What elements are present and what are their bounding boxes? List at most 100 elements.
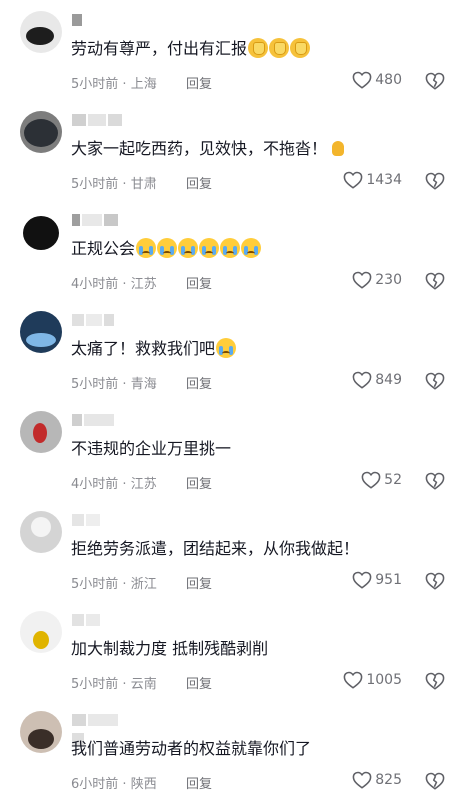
comment-item: 我们普通劳动者的权益就靠你们了 6小时前 · 陕西 回复 825 [0,700,457,800]
avatar[interactable] [20,711,62,753]
heart-outline-icon [352,571,372,589]
comment-location: 甘肃 [130,177,157,192]
username-redacted[interactable] [72,14,132,26]
like-button[interactable]: 1434 [343,171,402,189]
username-redacted[interactable] [72,114,132,126]
comment-text-content: 拒绝劳务派遣，团结起来，从你我做起！ [71,539,360,558]
comment-text: 我们普通劳动者的权益就靠你们了 [71,738,311,760]
comment-text-content: 太痛了！救救我们吧 [71,339,216,358]
avatar[interactable] [20,511,62,553]
reply-button[interactable]: 回复 [186,573,212,592]
comment-meta: 4小时前 · 江苏 [71,273,157,292]
comment-item: 加大制裁力度 抵制残酷剥削 5小时前 · 云南 回复 1005 [0,600,457,700]
like-button[interactable]: 825 [352,771,402,789]
comment-text-content: 大家一起吃西药，见效快，不拖沓！ [71,139,328,158]
reply-button[interactable]: 回复 [186,73,212,92]
comment-item: 不违规的企业万里挑一 4小时前 · 江苏 回复 52 [0,400,457,500]
like-button[interactable]: 951 [352,571,402,589]
comment-text-content: 我们普通劳动者的权益就靠你们了 [71,739,312,758]
reply-button[interactable]: 回复 [186,673,212,692]
like-count: 480 [375,72,402,88]
comment-item: 正规公会 4小时前 · 江苏 回复 230 [0,200,457,300]
avatar-image [33,631,49,649]
dislike-button[interactable] [425,772,445,794]
meta-separator: · [118,577,131,592]
heart-outline-icon [343,171,363,189]
comment-text: 拒绝劳务派遣，团结起来，从你我做起！ [71,538,359,560]
avatar[interactable] [20,611,62,653]
reply-button[interactable]: 回复 [186,373,212,392]
comment-text: 太痛了！救救我们吧 [71,338,237,360]
comment-item: 拒绝劳务派遣，团结起来，从你我做起！ 5小时前 · 浙江 回复 951 [0,500,457,600]
emoji-cry-icon [199,238,220,258]
dislike-button[interactable] [425,572,445,594]
comment-time: 5小时前 [71,577,119,592]
comment-text: 不违规的企业万里挑一 [71,438,231,460]
username-redacted[interactable] [72,414,132,426]
heart-outline-icon [352,771,372,789]
dislike-button[interactable] [425,272,445,294]
dislike-button[interactable] [425,172,445,194]
like-button[interactable]: 230 [352,271,402,289]
reply-button[interactable]: 回复 [186,773,212,792]
comment-location: 江苏 [130,477,157,492]
comment-location: 江苏 [130,277,157,292]
comment-time: 5小时前 [71,77,119,92]
comment-location: 云南 [130,677,157,692]
comment-time: 6小时前 [71,777,119,792]
comment-location: 青海 [130,377,157,392]
comment-meta: 5小时前 · 上海 [71,73,157,92]
meta-separator: · [118,277,131,292]
like-button[interactable]: 1005 [343,671,402,689]
dislike-button[interactable] [425,672,445,694]
like-button[interactable]: 849 [352,371,402,389]
broken-heart-icon [425,72,445,94]
meta-separator: · [118,477,131,492]
dislike-button[interactable] [425,472,445,494]
like-count: 230 [375,272,402,288]
comment-text: 劳动有尊严，付出有汇报 [71,38,311,60]
comment-meta: 5小时前 · 青海 [71,373,157,392]
avatar-image [26,333,56,347]
username-redacted[interactable] [72,214,132,226]
meta-separator: · [118,177,131,192]
avatar[interactable] [20,411,62,453]
reply-button[interactable]: 回复 [186,473,212,492]
like-count: 1434 [366,172,402,188]
heart-outline-icon [352,371,372,389]
emoji-clap-icon [290,38,311,58]
meta-separator: · [118,677,131,692]
reply-button[interactable]: 回复 [186,273,212,292]
heart-outline-icon [352,71,372,89]
username-redacted[interactable] [72,714,132,745]
avatar[interactable] [20,11,62,53]
avatar[interactable] [20,211,62,253]
like-button[interactable]: 480 [352,71,402,89]
emoji-cry-icon [178,238,199,258]
comment-text: 加大制裁力度 抵制残酷剥削 [71,638,268,660]
comment-time: 4小时前 [71,277,119,292]
comment-meta: 4小时前 · 江苏 [71,473,157,492]
username-redacted[interactable] [72,614,132,626]
username-redacted[interactable] [72,314,132,326]
reply-button[interactable]: 回复 [186,173,212,192]
comment-text-content: 正规公会 [71,239,136,258]
comment-text: 正规公会 [71,238,262,260]
comment-meta: 6小时前 · 陕西 [71,773,157,792]
comment-item: 大家一起吃西药，见效快，不拖沓！ 5小时前 · 甘肃 回复 1434 [0,100,457,200]
broken-heart-icon [425,272,445,294]
like-count: 849 [375,372,402,388]
broken-heart-icon [425,772,445,794]
avatar[interactable] [20,111,62,153]
dislike-button[interactable] [425,372,445,394]
like-button[interactable]: 52 [361,471,402,489]
avatar-image [23,216,59,250]
emoji-cry-icon [220,238,241,258]
emoji-cry-icon [241,238,262,258]
username-redacted[interactable] [72,514,132,526]
dislike-button[interactable] [425,72,445,94]
comment-text: 大家一起吃西药，见效快，不拖沓！ [71,138,348,160]
like-count: 52 [384,472,402,488]
comment-location: 浙江 [130,577,157,592]
avatar[interactable] [20,311,62,353]
